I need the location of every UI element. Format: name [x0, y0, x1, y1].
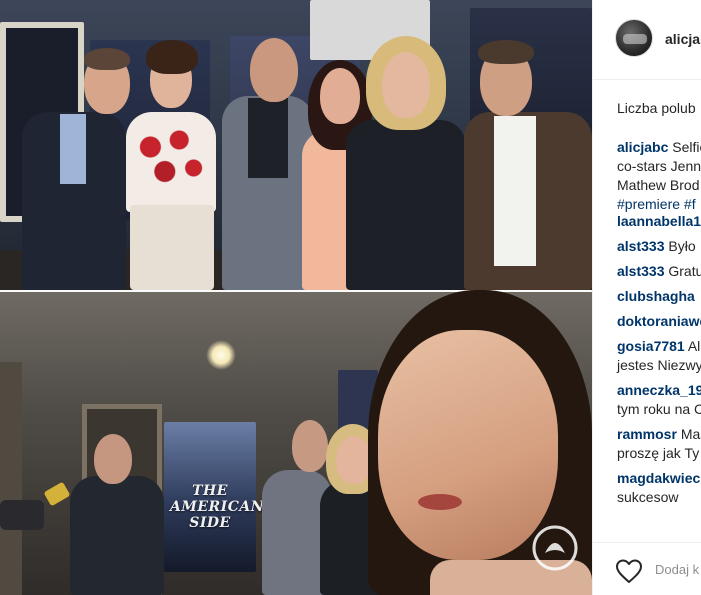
person-1-hair — [84, 48, 130, 70]
comment-item: clubshagha — [617, 287, 701, 306]
comment-list: laannabella11 alst333 Było alst333 Gratu… — [617, 212, 701, 513]
person-6-hair — [478, 40, 534, 64]
caption-text-line-3: Mathew Brod — [617, 177, 700, 193]
author-username-link[interactable]: alicjab — [665, 31, 701, 47]
comment-text: Al — [687, 338, 701, 354]
movie-poster-title: THE AMERICAN SIDE — [170, 483, 265, 531]
interviewer-arm — [0, 500, 44, 530]
watermark-logo-icon — [532, 525, 578, 571]
person-5-blazer — [346, 120, 466, 290]
comment-item: magdakwiec sukcesow — [617, 469, 701, 507]
ceiling-light — [206, 340, 236, 370]
selfie-woman-face — [378, 330, 558, 560]
comment-text: Mas — [680, 426, 701, 442]
comment-username-link[interactable]: gosia7781 — [617, 338, 685, 354]
person-2-floral-pattern — [136, 126, 208, 196]
comment-text-continued: jestes Niezwy — [617, 357, 701, 373]
comment-text-continued: sukcesow — [617, 489, 679, 505]
bald-man-head — [292, 420, 328, 472]
comment-text-continued: tym roku na C — [617, 401, 701, 417]
comment-username-link[interactable]: anneczka_19 — [617, 382, 701, 398]
comment-username-link[interactable]: laannabella11 — [617, 213, 701, 229]
photo-top-group-shot — [0, 0, 592, 290]
comment-item: alst333 Gratu — [617, 262, 701, 281]
comment-text: Było — [668, 238, 696, 254]
post-caption: alicjabc Selfie co-stars Jenn Mathew Bro… — [617, 138, 701, 214]
comment-item: rammosr Mas proszę jak Ty — [617, 425, 701, 463]
interviewee-suit — [70, 476, 164, 595]
left-wall-frame — [0, 362, 22, 595]
selfie-woman-lips — [418, 494, 462, 510]
interviewee-head — [94, 434, 132, 484]
comment-username-link[interactable]: clubshagha — [617, 288, 695, 304]
comment-username-link[interactable]: doktoraniawe — [617, 313, 701, 329]
comment-username-link[interactable]: rammosr — [617, 426, 677, 442]
person-2-skirt — [130, 205, 214, 290]
person-5-head — [382, 52, 430, 118]
comment-item: anneczka_19 tym roku na C — [617, 381, 701, 419]
avatar[interactable] — [615, 19, 653, 57]
comment-username-link[interactable]: alst333 — [617, 238, 664, 254]
post-footer: Dodaj k — [593, 542, 701, 595]
caption-username-link[interactable]: alicjabc — [617, 139, 668, 155]
person-1-shirt — [60, 114, 86, 184]
person-4-head — [320, 68, 360, 124]
add-comment-input[interactable]: Dodaj k — [655, 562, 699, 577]
comment-item: doktoraniawe — [617, 312, 701, 331]
comment-text: Gratu — [668, 263, 701, 279]
blonde-woman-head — [336, 436, 372, 484]
comment-username-link[interactable]: alst333 — [617, 263, 664, 279]
post-sidebar: alicjab Liczba polub alicjabc Selfie co-… — [592, 0, 701, 595]
person-3-head — [250, 38, 298, 102]
person-6-shirt — [494, 116, 536, 266]
comment-item: gosia7781 Al jestes Niezwy — [617, 337, 701, 375]
person-3-shirt — [248, 98, 288, 178]
post-photo[interactable]: THE AMERICAN SIDE — [0, 0, 592, 595]
comment-item: alst333 Było — [617, 237, 701, 256]
caption-text-line-2: co-stars Jenn — [617, 158, 701, 174]
person-2-hair — [146, 40, 198, 74]
comment-text-continued: proszę jak Ty — [617, 445, 700, 461]
post-header: alicjab — [593, 0, 701, 80]
comment-username-link[interactable]: magdakwiec — [617, 470, 700, 486]
likes-count[interactable]: Liczba polub — [617, 100, 696, 116]
caption-text-line-1: Selfie — [672, 139, 701, 155]
heart-outline-icon[interactable] — [615, 558, 643, 584]
comment-item: laannabella11 — [617, 212, 701, 231]
